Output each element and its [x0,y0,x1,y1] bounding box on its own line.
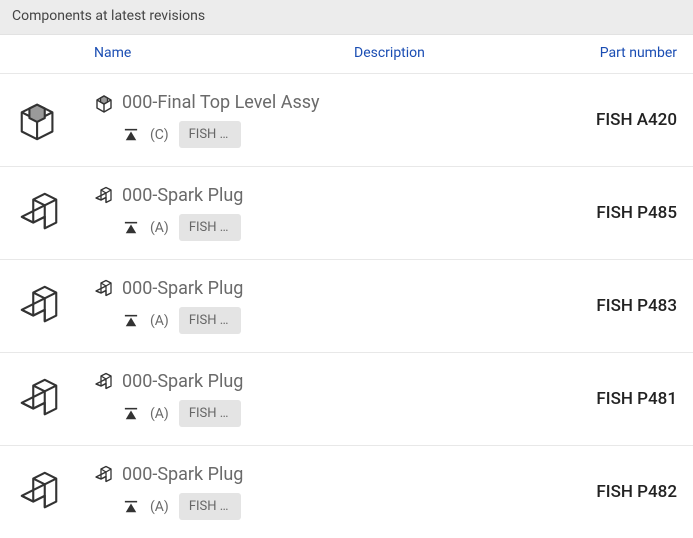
table-row[interactable]: 000-Spark Plug (A) FISH P… FISH P481 [0,353,693,446]
table-row[interactable]: 000-Spark Plug (A) FISH P… FISH P485 [0,167,693,260]
part-icon [94,372,114,392]
part-chip: FISH P… [179,400,241,427]
assembly-icon [16,97,94,143]
row-main: 000-Spark Plug (A) FISH P… [94,278,567,334]
column-header-row: Name Description Part number [0,35,693,74]
revision-label: (A) [150,313,169,329]
column-header-part-number[interactable]: Part number [567,45,677,61]
part-icon [16,283,94,329]
revision-icon [124,127,140,143]
row-main: 000-Spark Plug (A) FISH P… [94,371,567,427]
table-row[interactable]: 000-Final Top Level Assy (C) FISH A… FIS… [0,74,693,167]
revision-label: (A) [150,220,169,236]
part-icon [16,190,94,236]
part-chip: FISH P… [179,307,241,334]
panel-title: Components at latest revisions [0,0,693,35]
part-icon [94,279,114,299]
component-name: 000-Spark Plug [122,371,243,392]
part-number-cell: FISH P481 [567,389,677,409]
assembly-icon [94,93,114,113]
part-icon [16,469,94,515]
component-name: 000-Spark Plug [122,464,243,485]
revision-icon [124,499,140,515]
revision-icon [124,406,140,422]
part-number-cell: FISH P485 [567,203,677,223]
part-icon [94,465,114,485]
part-number-cell: FISH P482 [567,482,677,502]
table-row[interactable]: 000-Spark Plug (A) FISH P… FISH P483 [0,260,693,353]
panel-title-text: Components at latest revisions [12,8,205,24]
table-row[interactable]: 000-Spark Plug (A) FISH P… FISH P482 [0,446,693,538]
revision-icon [124,220,140,236]
row-main: 000-Spark Plug (A) FISH P… [94,464,567,520]
row-main: 000-Final Top Level Assy (C) FISH A… [94,92,567,148]
row-main: 000-Spark Plug (A) FISH P… [94,185,567,241]
part-number-cell: FISH P483 [567,296,677,316]
revision-icon [124,313,140,329]
column-header-description[interactable]: Description [354,45,567,61]
component-name: 000-Spark Plug [122,185,243,206]
part-icon [94,186,114,206]
revision-label: (C) [150,127,169,143]
part-chip: FISH A… [179,121,241,148]
revision-label: (A) [150,406,169,422]
part-number-cell: FISH A420 [567,110,677,130]
component-name: 000-Spark Plug [122,278,243,299]
part-chip: FISH P… [179,493,241,520]
column-header-name[interactable]: Name [94,45,354,61]
part-chip: FISH P… [179,214,241,241]
revision-label: (A) [150,499,169,515]
part-icon [16,376,94,422]
component-name: 000-Final Top Level Assy [122,92,320,113]
